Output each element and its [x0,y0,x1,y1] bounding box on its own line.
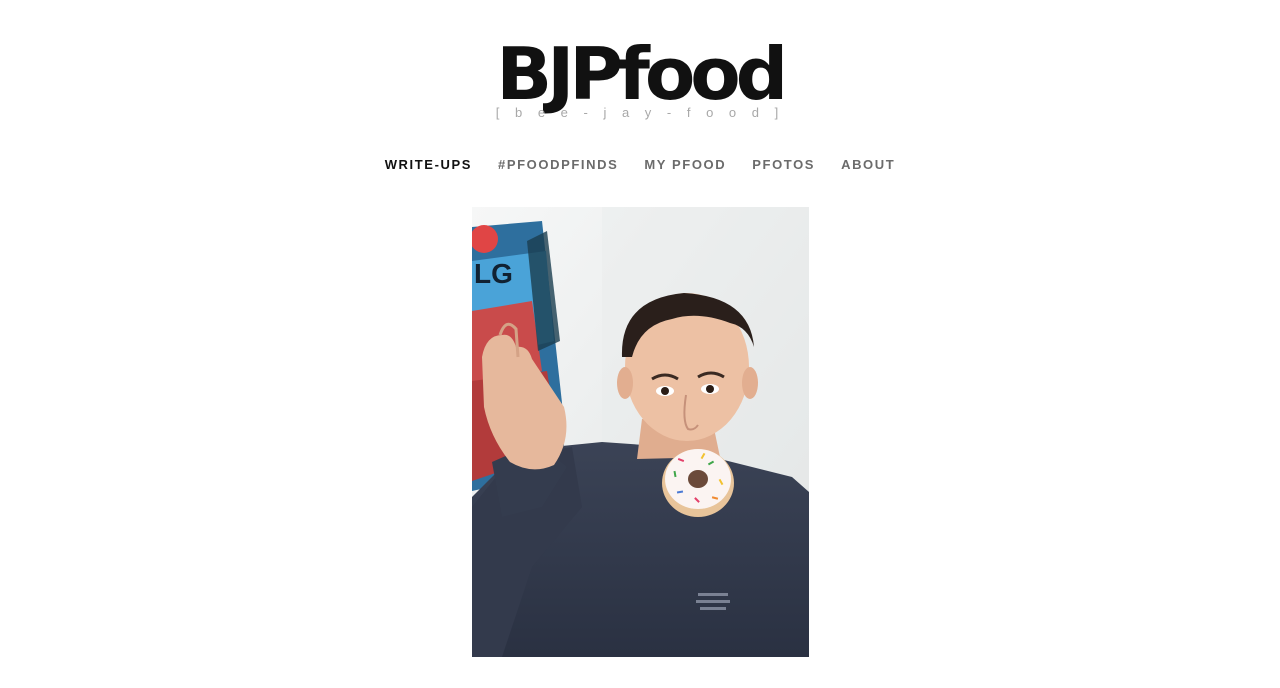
svg-text:LG: LG [474,258,513,289]
hero-photo-illustration: LG [472,207,809,657]
site-pronunciation: [ b e e - j a y - f o o d ] [495,105,785,120]
donut [662,449,734,517]
site-title: BJPfood [496,32,789,116]
main-nav: WRITE-UPS #PFOODPFINDS MY PFOOD PFOTOS A… [0,157,1280,173]
nav-item-write-ups[interactable]: WRITE-UPS [372,157,485,173]
nav-item-pfotos[interactable]: PFOTOS [739,157,828,173]
nav-item-my-pfood[interactable]: MY PFOOD [631,157,739,173]
page: BJPfood [ b e e - j a y - f o o d ] WRIT… [0,0,1280,688]
nav-item-about[interactable]: ABOUT [828,157,908,173]
nav-item-pfoodpfinds[interactable]: #PFOODPFINDS [485,157,631,173]
site-logo-link[interactable]: BJPfood [0,36,1280,112]
hero-photo[interactable]: LG [472,207,809,657]
